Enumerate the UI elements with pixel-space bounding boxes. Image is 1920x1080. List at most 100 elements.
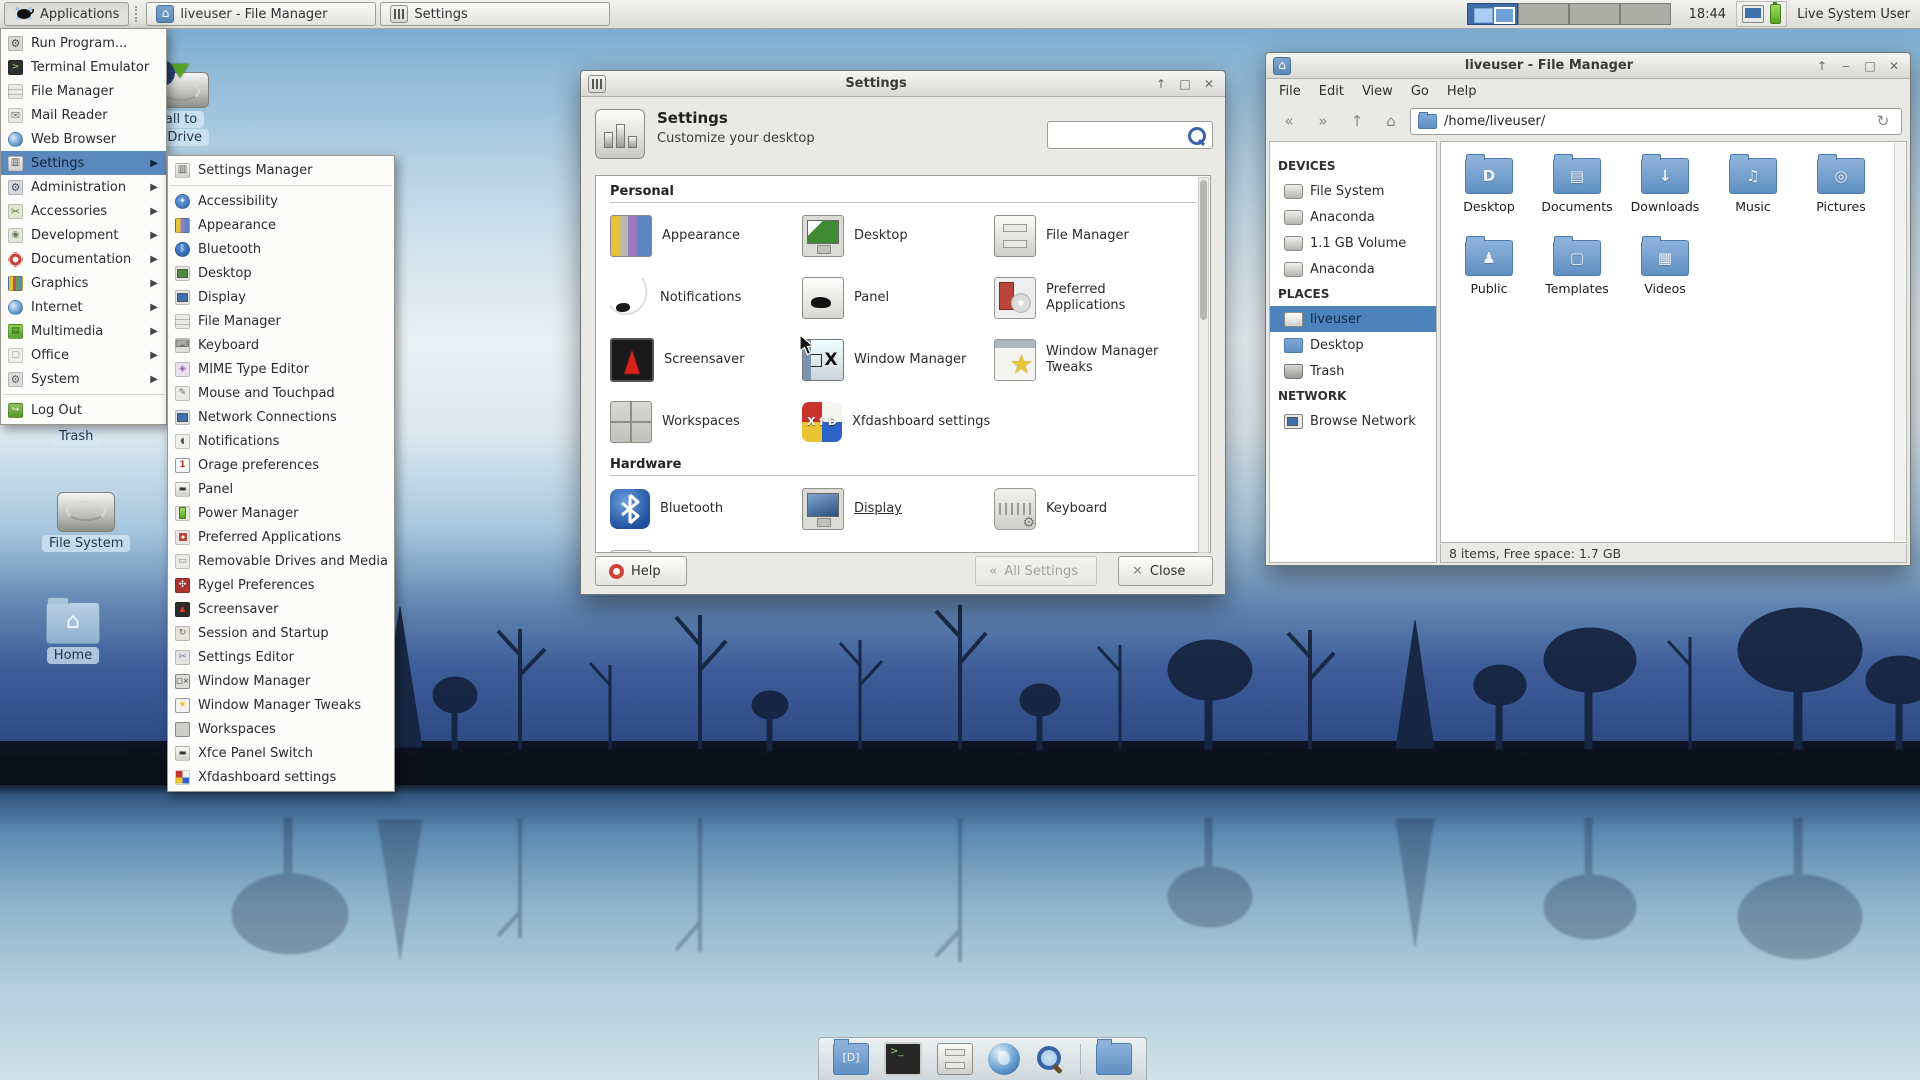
workspace-1[interactable] [1466,3,1518,25]
menu-item-mail-reader[interactable]: Mail Reader [1,103,166,127]
search-icon-dock[interactable] [1035,1044,1065,1074]
submenu-item-file-manager[interactable]: File Manager [168,309,394,333]
submenu-item-preferred-applications[interactable]: Preferred Applications [168,525,394,549]
settings-search-input[interactable] [1047,121,1213,149]
battery-tray-icon[interactable] [1770,2,1782,24]
back-button[interactable]: « [1274,107,1304,135]
reload-button[interactable]: ↻ [1872,107,1894,135]
sidebar-item-anaconda-2[interactable]: Anaconda [1270,256,1436,282]
settings-item-desktop[interactable]: Desktop [802,213,994,259]
file-item-templates[interactable]: Templates [1533,236,1621,296]
submenu-item-removable-drives-and-media[interactable]: Removable Drives and Media [168,549,394,573]
submenu-item-orage-preferences[interactable]: Orage preferences [168,453,394,477]
file-manager-icon-dock[interactable] [937,1043,973,1075]
settings-item-panel[interactable]: Panel [802,275,994,321]
submenu-item-mime-type-editor[interactable]: MIME Type Editor [168,357,394,381]
submenu-item-bluetooth[interactable]: Bluetooth [168,237,394,261]
settings-item-mouse-touchpad[interactable]: Mouse and Touchpad [610,548,802,552]
sidebar-item-trash[interactable]: Trash [1270,358,1436,384]
sidebar-item-browse-network[interactable]: Browse Network [1270,408,1436,434]
sidebar-item-file-system[interactable]: File System [1270,178,1436,204]
submenu-item-keyboard[interactable]: Keyboard [168,333,394,357]
submenu-item-notifications[interactable]: Notifications [168,429,394,453]
home-button[interactable]: ⌂ [1376,107,1406,135]
fm-scrollbar[interactable] [1894,143,1905,541]
settings-item-bluetooth[interactable]: Bluetooth [610,486,802,532]
desktop-icon-home[interactable]: Home [46,597,100,664]
shade-button[interactable]: ↑ [1152,77,1170,91]
taskbar-button-settings[interactable]: Settings [380,2,611,26]
file-item-videos[interactable]: Videos [1621,236,1709,296]
submenu-item-workspaces[interactable]: Workspaces [168,717,394,741]
all-settings-button[interactable]: « All Settings [975,556,1097,586]
menu-item-terminal-emulator[interactable]: Terminal Emulator [1,55,166,79]
fm-files-pane[interactable]: Desktop Documents Downloads Music Pictur… [1440,141,1907,543]
fm-menu-edit[interactable]: Edit [1310,84,1353,99]
up-button[interactable]: ↑ [1342,107,1372,135]
fm-titlebar[interactable]: liveuser - File Manager ↑ ‒ □ ✕ [1266,53,1910,79]
workspace-2[interactable] [1517,3,1569,25]
fm-minimize-button[interactable]: ‒ [1837,59,1855,73]
menu-item-system[interactable]: System▶ [1,367,166,391]
file-item-downloads[interactable]: Downloads [1621,154,1709,214]
submenu-item-settings-editor[interactable]: Settings Editor [168,645,394,669]
fm-menu-view[interactable]: View [1353,84,1402,99]
settings-item-window-manager-tweaks[interactable]: Window Manager Tweaks [994,337,1186,383]
terminal-icon-dock[interactable] [884,1042,922,1076]
settings-item-keyboard[interactable]: Keyboard [994,486,1186,532]
settings-item-window-manager[interactable]: □X Window Manager [802,337,994,383]
submenu-item-rygel-preferences[interactable]: Rygel Preferences [168,573,394,597]
fm-menu-help[interactable]: Help [1438,84,1486,99]
fm-close-button[interactable]: ✕ [1885,59,1903,73]
submenu-item-xfce-panel-switch[interactable]: Xfce Panel Switch [168,741,394,765]
settings-scrollbar[interactable] [1198,177,1209,553]
applications-menu-button[interactable]: Applications [4,2,130,26]
menu-item-settings[interactable]: Settings▶ [1,151,166,175]
fm-shade-button[interactable]: ↑ [1813,59,1831,73]
menu-item-web-browser[interactable]: Web Browser [1,127,166,151]
menu-item-office[interactable]: Office▶ [1,343,166,367]
submenu-item-xfdashboard-settings[interactable]: Xfdashboard settings [168,765,394,789]
settings-item-removable-drives[interactable]: Removable Drives and Media [994,548,1186,552]
menu-item-log-out[interactable]: Log Out [1,398,166,422]
menu-item-run-program[interactable]: Run Program... [1,31,166,55]
forward-button[interactable]: » [1308,107,1338,135]
fm-maximize-button[interactable]: □ [1861,59,1879,73]
web-browser-icon-dock[interactable] [988,1043,1020,1075]
settings-titlebar[interactable]: Settings ↑ □ ✕ [581,71,1225,97]
menu-item-administration[interactable]: Administration▶ [1,175,166,199]
fm-menu-go[interactable]: Go [1402,84,1438,99]
submenu-item-desktop[interactable]: Desktop [168,261,394,285]
maximize-button[interactable]: □ [1176,77,1194,91]
sidebar-item-desktop[interactable]: Desktop [1270,332,1436,358]
menu-item-internet[interactable]: Internet ▶ [1,295,166,319]
fm-menu-file[interactable]: File [1270,84,1310,99]
file-item-music[interactable]: Music [1709,154,1797,214]
path-field[interactable]: /home/liveuser/ ↻ [1410,107,1902,135]
file-item-desktop[interactable]: Desktop [1445,154,1533,214]
clock[interactable]: 18:44 [1689,7,1726,22]
submenu-item-mouse-and-touchpad[interactable]: Mouse and Touchpad [168,381,394,405]
sidebar-item-liveuser[interactable]: liveuser [1270,306,1436,332]
settings-item-workspaces[interactable]: Workspaces [610,399,802,445]
sidebar-item-anaconda-1[interactable]: Anaconda [1270,204,1436,230]
desktop-icon-file-system[interactable]: File System [42,492,131,552]
menu-item-graphics[interactable]: Graphics ▶ [1,271,166,295]
display-tray-icon[interactable] [1742,5,1765,23]
submenu-item-display[interactable]: Display [168,285,394,309]
submenu-item-panel[interactable]: Panel [168,477,394,501]
close-button[interactable]: ✕ [1200,77,1218,91]
settings-item-notifications[interactable]: Notifications [610,275,802,321]
sidebar-item-volume[interactable]: 1.1 GB Volume [1270,230,1436,256]
submenu-item-window-manager[interactable]: Window Manager [168,669,394,693]
menu-item-accessories[interactable]: Accessories▶ [1,199,166,223]
settings-item-power-manager[interactable]: Power Manager [802,548,994,552]
menu-item-documentation[interactable]: Documentation ▶ [1,247,166,271]
show-desktop-icon[interactable] [833,1039,869,1075]
menu-item-multimedia[interactable]: Multimedia▶ [1,319,166,343]
submenu-item-screensaver[interactable]: Screensaver [168,597,394,621]
submenu-item-power-manager[interactable]: Power Manager [168,501,394,525]
workspace-3[interactable] [1568,3,1620,25]
close-button-bottom[interactable]: ✕ Close [1118,556,1213,586]
settings-item-display[interactable]: Display [802,486,994,532]
